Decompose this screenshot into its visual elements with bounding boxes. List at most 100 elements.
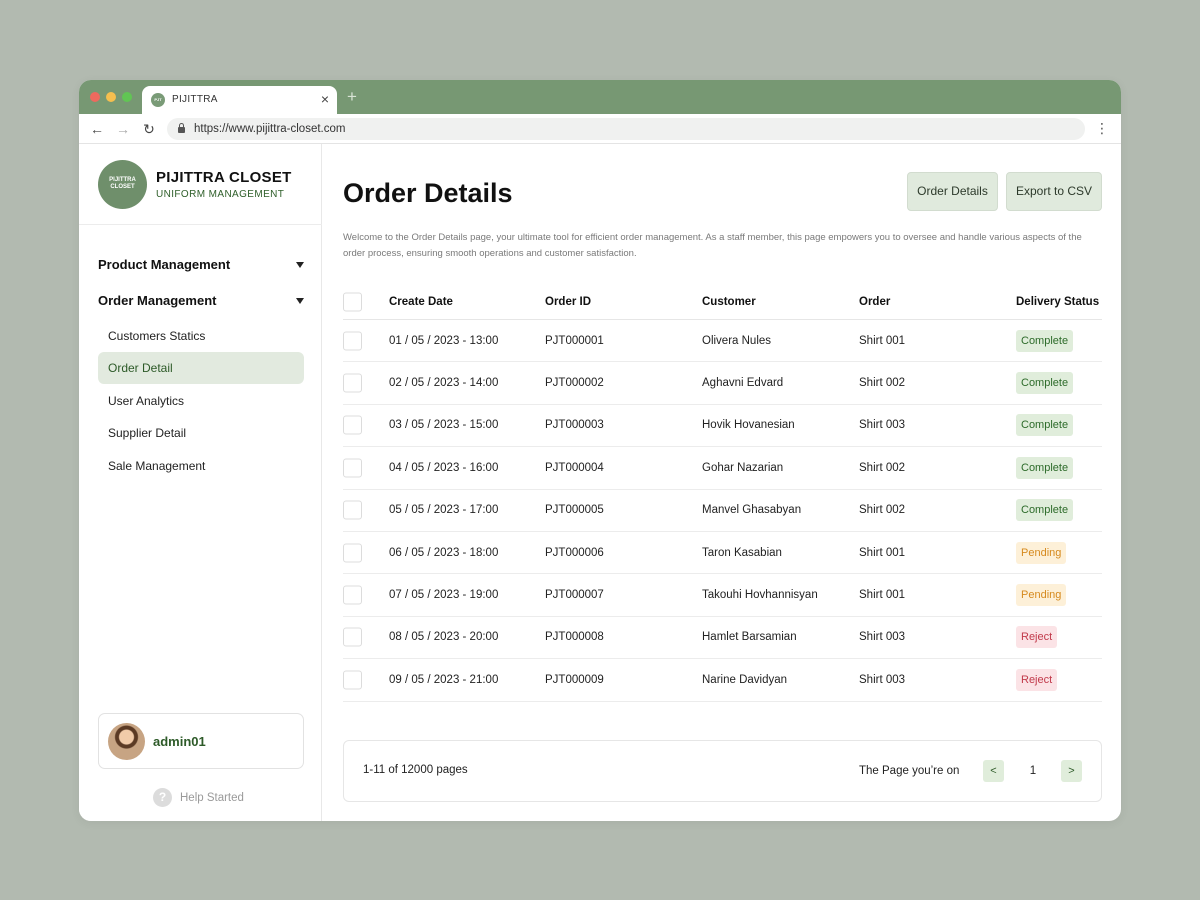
avatar: [108, 723, 145, 760]
user-profile-card[interactable]: admin01: [98, 713, 304, 769]
current-page-number: 1: [1029, 765, 1037, 777]
page-title: Order Details: [343, 178, 513, 208]
sidebar-item-sale-management[interactable]: Sale Management: [98, 450, 304, 482]
sidebar-item-label: User Analytics: [108, 394, 185, 408]
browser-window: PJT PIJITTRA × + ← → ↻ https://www.pijit…: [79, 80, 1121, 821]
pagination: 1-11 of 12000 pages The Page you’re on <…: [343, 740, 1102, 802]
header-create-date[interactable]: Create Date: [389, 296, 453, 308]
header-customer[interactable]: Customer: [702, 296, 756, 308]
select-all-checkbox[interactable]: [343, 292, 362, 311]
table-header: Create Date Order ID Customer Order Deli…: [343, 284, 1102, 320]
sidebar-item-label: Supplier Detail: [108, 426, 187, 440]
cell-order: Shirt 001: [859, 334, 906, 347]
cell-create-date: 09 / 05 / 2023 - 21:00: [389, 673, 499, 686]
status-badge: Pending: [1016, 541, 1067, 564]
cell-order: Shirt 001: [859, 589, 906, 602]
status-badge: Complete: [1016, 499, 1074, 522]
table-row[interactable]: 09 / 05 / 2023 - 21:00 PJT000009 Narine Da…: [343, 659, 1102, 702]
sidebar-item-order-detail[interactable]: Order Detail: [98, 352, 304, 384]
row-checkbox[interactable]: [343, 543, 362, 563]
table-row[interactable]: 03 / 05 / 2023 - 15:00 PJT000003 Hovik Hov…: [343, 405, 1102, 448]
sidebar-item-supplier-detail[interactable]: Supplier Detail: [98, 417, 304, 449]
cell-order-id: PJT000007: [545, 589, 604, 602]
cell-order: Shirt 003: [859, 631, 906, 644]
pagination-info: 1-11 of 12000 pages: [363, 764, 468, 776]
cell-create-date: 07 / 05 / 2023 - 19:00: [389, 589, 499, 602]
cell-order-id: PJT000009: [545, 673, 604, 686]
url-text[interactable]: https://www.pijittra-closet.com: [194, 123, 345, 135]
main-content: Order Details Order Details Export to CS…: [323, 144, 1121, 821]
cell-order: Shirt 001: [859, 546, 906, 559]
table-row[interactable]: 07 / 05 / 2023 - 19:00 PJT000007 Takouhi H…: [343, 574, 1102, 617]
row-checkbox[interactable]: [343, 373, 362, 393]
sidebar-item-user-analytics[interactable]: User Analytics: [98, 385, 304, 417]
cell-order: Shirt 003: [859, 673, 906, 686]
cell-order: Shirt 002: [859, 377, 906, 390]
brand-logo: PIJITTRA CLOSET: [98, 160, 147, 209]
cell-create-date: 05 / 05 / 2023 - 17:00: [389, 504, 499, 517]
cell-order-id: PJT000006: [545, 546, 604, 559]
tab-title: PIJITTRA: [172, 94, 218, 105]
export-csv-button[interactable]: Export to CSV: [1006, 172, 1102, 211]
cell-customer: Hovik Hovanesian: [702, 419, 795, 432]
status-badge: Complete: [1016, 456, 1074, 479]
table-row[interactable]: 04 / 05 / 2023 - 16:00 PJT000004 Gohar Naz…: [343, 447, 1102, 490]
table-row[interactable]: 06 / 05 / 2023 - 18:00 PJT000006 Taron Kas…: [343, 532, 1102, 575]
status-badge: Reject: [1016, 626, 1058, 649]
table-row[interactable]: 08 / 05 / 2023 - 20:00 PJT000008 Hamlet Ba…: [343, 617, 1102, 660]
row-checkbox[interactable]: [343, 331, 362, 351]
cell-create-date: 03 / 05 / 2023 - 15:00: [389, 419, 499, 432]
next-page-button[interactable]: >: [1061, 760, 1082, 782]
header-delivery-status[interactable]: Delivery Status: [1016, 296, 1099, 308]
browser-menu-icon[interactable]: ⋮: [1095, 119, 1109, 137]
nav-group-order-management[interactable]: Order Management: [98, 290, 304, 312]
cell-customer: Gohar Nazarian: [702, 461, 784, 474]
cell-order-id: PJT000005: [545, 504, 604, 517]
close-window-button[interactable]: [90, 92, 100, 102]
brand-subtitle: UNIFORM MANAGEMENT: [156, 189, 285, 200]
orders-table: Create Date Order ID Customer Order Deli…: [343, 284, 1102, 702]
cell-create-date: 02 / 05 / 2023 - 14:00: [389, 377, 499, 390]
address-bar[interactable]: https://www.pijittra-closet.com: [167, 118, 1085, 140]
brand-name: PIJITTRA CLOSET: [156, 169, 292, 186]
new-tab-icon[interactable]: +: [347, 87, 357, 107]
sidebar-divider: [79, 224, 322, 225]
reload-icon[interactable]: ↻: [140, 120, 158, 138]
status-badge: Complete: [1016, 414, 1074, 437]
status-badge: Reject: [1016, 668, 1058, 691]
status-badge: Complete: [1016, 372, 1074, 395]
table-row[interactable]: 02 / 05 / 2023 - 14:00 PJT000002 Aghavni E…: [343, 362, 1102, 405]
table-row[interactable]: 01 / 05 / 2023 - 13:00 PJT000001 Olivera N…: [343, 320, 1102, 363]
pagination-label: The Page you’re on: [859, 765, 960, 777]
order-details-button[interactable]: Order Details: [907, 172, 998, 211]
nav-group-product-management[interactable]: Product Management: [98, 254, 304, 276]
table-row[interactable]: 05 / 05 / 2023 - 17:00 PJT000005 Manvel Gh…: [343, 490, 1102, 532]
tab-close-icon[interactable]: ×: [321, 91, 329, 107]
sidebar-item-label: Sale Management: [108, 459, 206, 473]
row-checkbox[interactable]: [343, 627, 362, 647]
cell-order-id: PJT000002: [545, 377, 604, 390]
row-checkbox[interactable]: [343, 458, 362, 478]
cell-customer: Takouhi Hovhannisyan: [702, 589, 818, 602]
cell-create-date: 06 / 05 / 2023 - 18:00: [389, 546, 499, 559]
back-arrow-icon[interactable]: ←: [88, 120, 106, 138]
cell-customer: Narine Davidyan: [702, 673, 788, 686]
row-checkbox[interactable]: [343, 585, 362, 605]
sidebar-item-label: Customers Statics: [108, 329, 206, 343]
cell-order: Shirt 003: [859, 419, 906, 432]
prev-page-button[interactable]: <: [983, 760, 1004, 782]
header-order-id[interactable]: Order ID: [545, 296, 591, 308]
sidebar-item-label: Order Detail: [108, 361, 173, 375]
row-checkbox[interactable]: [343, 415, 362, 435]
lock-icon: [178, 123, 185, 133]
header-order[interactable]: Order: [859, 296, 890, 308]
row-checkbox[interactable]: [343, 670, 362, 690]
forward-arrow-icon[interactable]: →: [114, 120, 132, 138]
row-checkbox[interactable]: [343, 500, 362, 520]
browser-tab[interactable]: PJT PIJITTRA ×: [142, 86, 337, 114]
minimize-window-button[interactable]: [106, 92, 116, 102]
sidebar-item-customers-statics[interactable]: Customers Statics: [98, 320, 304, 352]
maximize-window-button[interactable]: [122, 92, 132, 102]
cell-customer: Manvel Ghasabyan: [702, 504, 802, 517]
cell-customer: Hamlet Barsamian: [702, 631, 797, 644]
